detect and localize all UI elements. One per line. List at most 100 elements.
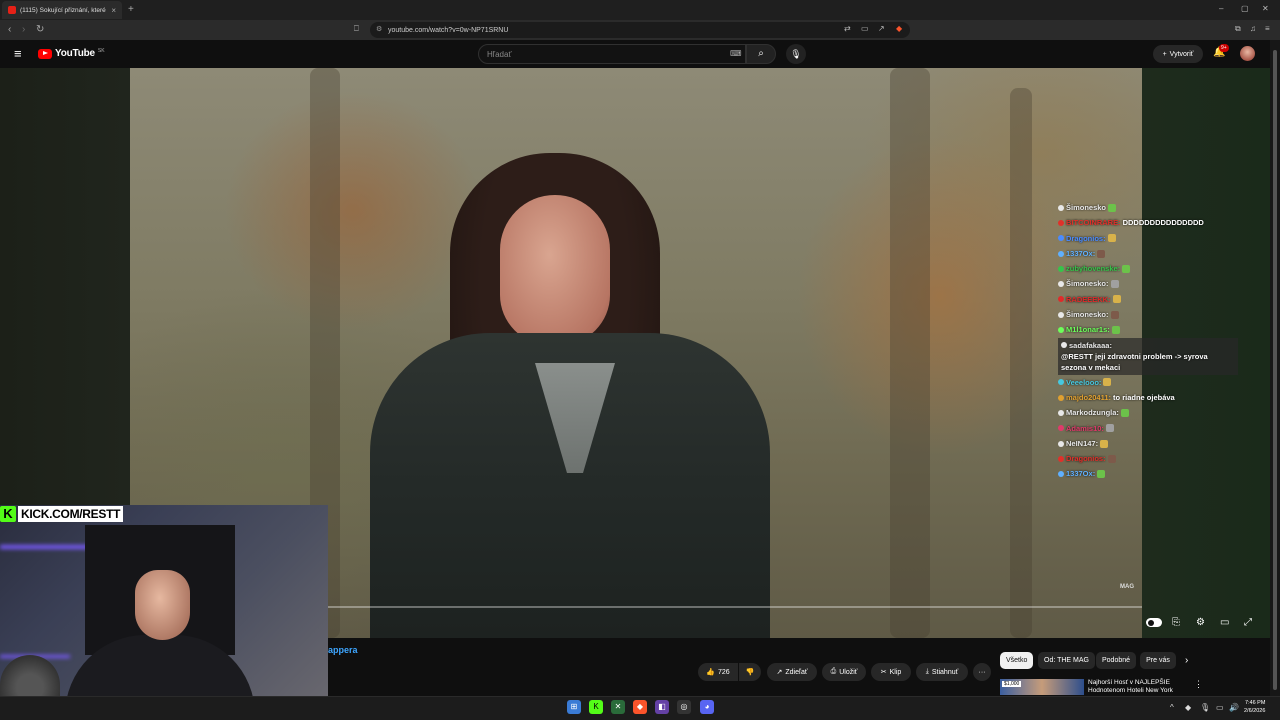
chat-message-row: Šimonesko: — [1058, 307, 1119, 322]
mic-tray-icon[interactable]: 🎙 — [1200, 703, 1210, 712]
site-info-icon[interactable]: ⚙ — [376, 25, 382, 33]
chat-username: M1l1onar1s: — [1066, 325, 1110, 335]
minimize-button[interactable]: – — [1219, 4, 1223, 13]
avatar[interactable] — [1240, 46, 1255, 61]
save-label: Uložiť — [839, 668, 858, 676]
clip-button[interactable]: ✂ Klip — [871, 663, 911, 681]
app-icon[interactable]: ◎ — [677, 700, 691, 714]
settings-gear-icon[interactable]: ⚙ — [1196, 617, 1205, 628]
video-subject — [370, 153, 770, 638]
volume-icon[interactable]: 🔊 — [1229, 703, 1239, 712]
autoplay-toggle[interactable] — [1146, 618, 1162, 627]
chat-message-row: sadafakaaa: — [1061, 340, 1112, 351]
forward-icon[interactable]: › — [22, 24, 25, 35]
youtube-favicon-icon — [8, 6, 16, 14]
keyboard-icon[interactable]: ⌨ — [730, 49, 742, 58]
maximize-button[interactable]: ▢ — [1241, 4, 1249, 13]
brave-shield-icon[interactable]: ◆ — [896, 24, 902, 33]
chip-all[interactable]: Všetko — [1000, 652, 1034, 669]
chat-message-row: Šimonesko — [1058, 200, 1117, 215]
menu-icon[interactable]: ≡ — [14, 46, 22, 61]
create-button[interactable]: + Vytvoriť — [1153, 45, 1203, 63]
mic-icon: 🎙 — [790, 49, 802, 59]
fullscreen-icon[interactable]: ⤢ — [1244, 617, 1252, 628]
reload-icon[interactable]: ↻ — [36, 24, 44, 35]
voice-search-button[interactable]: 🎙 — [786, 44, 806, 64]
chat-message: NeIN147: — [1058, 436, 1238, 451]
back-icon[interactable]: ‹ — [8, 24, 11, 35]
chat-username: Šimonesko — [1066, 203, 1107, 212]
chevron-right-icon[interactable]: › — [1185, 655, 1188, 666]
media-icon[interactable]: ♫ — [1250, 24, 1256, 33]
chat-badge-icon — [1058, 235, 1064, 242]
chat-username: BITCOINRARE: — [1066, 218, 1121, 228]
create-label: Vytvoriť — [1169, 50, 1194, 58]
thumbs-up-icon: 👍 — [706, 669, 716, 676]
browser-tab[interactable]: (1115) Šokující přiznání, které zm × — [2, 1, 122, 19]
chat-message: Šimonesko: — [1058, 276, 1238, 291]
tab-title: (1115) Šokující přiznání, které zm — [20, 6, 108, 14]
chat-message: Šimonesko: — [1058, 307, 1238, 322]
channel-link[interactable]: appera — [328, 645, 358, 655]
notification-badge: 9+ — [1219, 44, 1229, 52]
address-bar[interactable]: ⚙ youtube.com/watch?v=0w-NP71SRNU — [370, 22, 910, 38]
tab-close-button[interactable]: × — [111, 6, 116, 15]
chat-message-row: Adamis10: — [1058, 421, 1114, 436]
subtitles-icon[interactable]: ⎘ — [1172, 617, 1180, 628]
twitch-icon[interactable]: ◧ — [655, 700, 669, 714]
youtube-logo[interactable]: YouTube SK — [38, 48, 105, 59]
system-clock[interactable]: 7:46 PM 2/6/2026 — [1244, 699, 1265, 715]
chat-text: @RESTT jeji zdravotni problem -> syrova … — [1061, 351, 1208, 372]
page-scrollbar[interactable] — [1270, 40, 1280, 696]
share-page-icon[interactable]: ↗ — [878, 24, 885, 33]
tray-app-icon[interactable]: ◆ — [1185, 703, 1191, 712]
bookmark-icon[interactable]: ⎕ — [354, 24, 359, 34]
youtube-wordmark: YouTube — [55, 48, 95, 59]
chat-message: M1l1onar1s: — [1058, 322, 1238, 337]
chip-for-you[interactable]: Pre vás — [1140, 652, 1176, 669]
download-icon: ⤓ — [925, 668, 929, 675]
chat-emote-icon — [1097, 249, 1106, 258]
save-button[interactable]: ⎙ Uložiť — [822, 663, 866, 681]
chat-message: Dragonios: — [1058, 231, 1238, 246]
chat-message-row: BITCOINRARE: DDDDDDDDDDDDDDD — [1058, 215, 1204, 230]
url-text: youtube.com/watch?v=0w-NP71SRNU — [388, 26, 509, 34]
discord-icon[interactable]: ◕ — [700, 700, 714, 714]
scrollbar-thumb[interactable] — [1273, 50, 1277, 690]
progress-bar[interactable] — [328, 606, 1142, 608]
excel-icon[interactable]: ✕ — [611, 700, 625, 714]
chip-related[interactable]: Podobné — [1096, 652, 1137, 669]
thumbnail-badge: $1,000 — [1002, 681, 1022, 687]
network-icon[interactable]: ▭ — [1216, 703, 1224, 712]
kick-app-icon[interactable]: K — [589, 700, 603, 714]
close-window-button[interactable]: ✕ — [1262, 4, 1269, 13]
like-button[interactable]: 👍 726 — [698, 663, 738, 681]
brave-icon[interactable]: ◆ — [633, 700, 647, 714]
share-button[interactable]: ↗ Zdieľať — [767, 663, 817, 681]
theater-mode-icon[interactable]: ▭ — [1220, 617, 1229, 628]
browser-menu-icon[interactable]: ≡ — [1265, 24, 1270, 33]
chip-from-channel[interactable]: Od: THE MAG — [1038, 652, 1095, 669]
chat-message: zubyhovenske: — [1058, 261, 1238, 276]
kebab-menu-icon[interactable]: ⋮ — [1194, 679, 1203, 690]
cast-icon[interactable]: ▭ — [861, 24, 869, 33]
chat-badge-icon — [1058, 379, 1064, 386]
search-icon: ⌕ — [758, 48, 764, 59]
search-button[interactable]: ⌕ — [746, 44, 776, 64]
chevron-up-icon[interactable]: ^ — [1170, 703, 1174, 712]
bg-tree — [890, 68, 930, 638]
translate-icon[interactable]: ⇄ — [844, 24, 851, 33]
extensions-icon[interactable]: ⧉ — [1235, 24, 1241, 34]
chat-badge-icon — [1058, 471, 1064, 478]
start-icon[interactable]: ⊞ — [567, 700, 581, 714]
download-button[interactable]: ⤓ Stiahnuť — [916, 663, 968, 681]
dislike-button[interactable]: 👎 — [739, 663, 761, 681]
chat-emote-icon — [1112, 295, 1121, 304]
more-actions-button[interactable]: ··· — [973, 663, 991, 681]
chat-message-row: Šimonesko: — [1058, 276, 1119, 291]
new-tab-button[interactable]: + — [128, 4, 134, 15]
chat-username: Šimonesko: — [1066, 279, 1109, 289]
thumbs-down-icon: 👎 — [745, 669, 755, 676]
search-input[interactable]: Hľadať — [478, 44, 746, 64]
chat-badge-icon — [1058, 296, 1064, 303]
